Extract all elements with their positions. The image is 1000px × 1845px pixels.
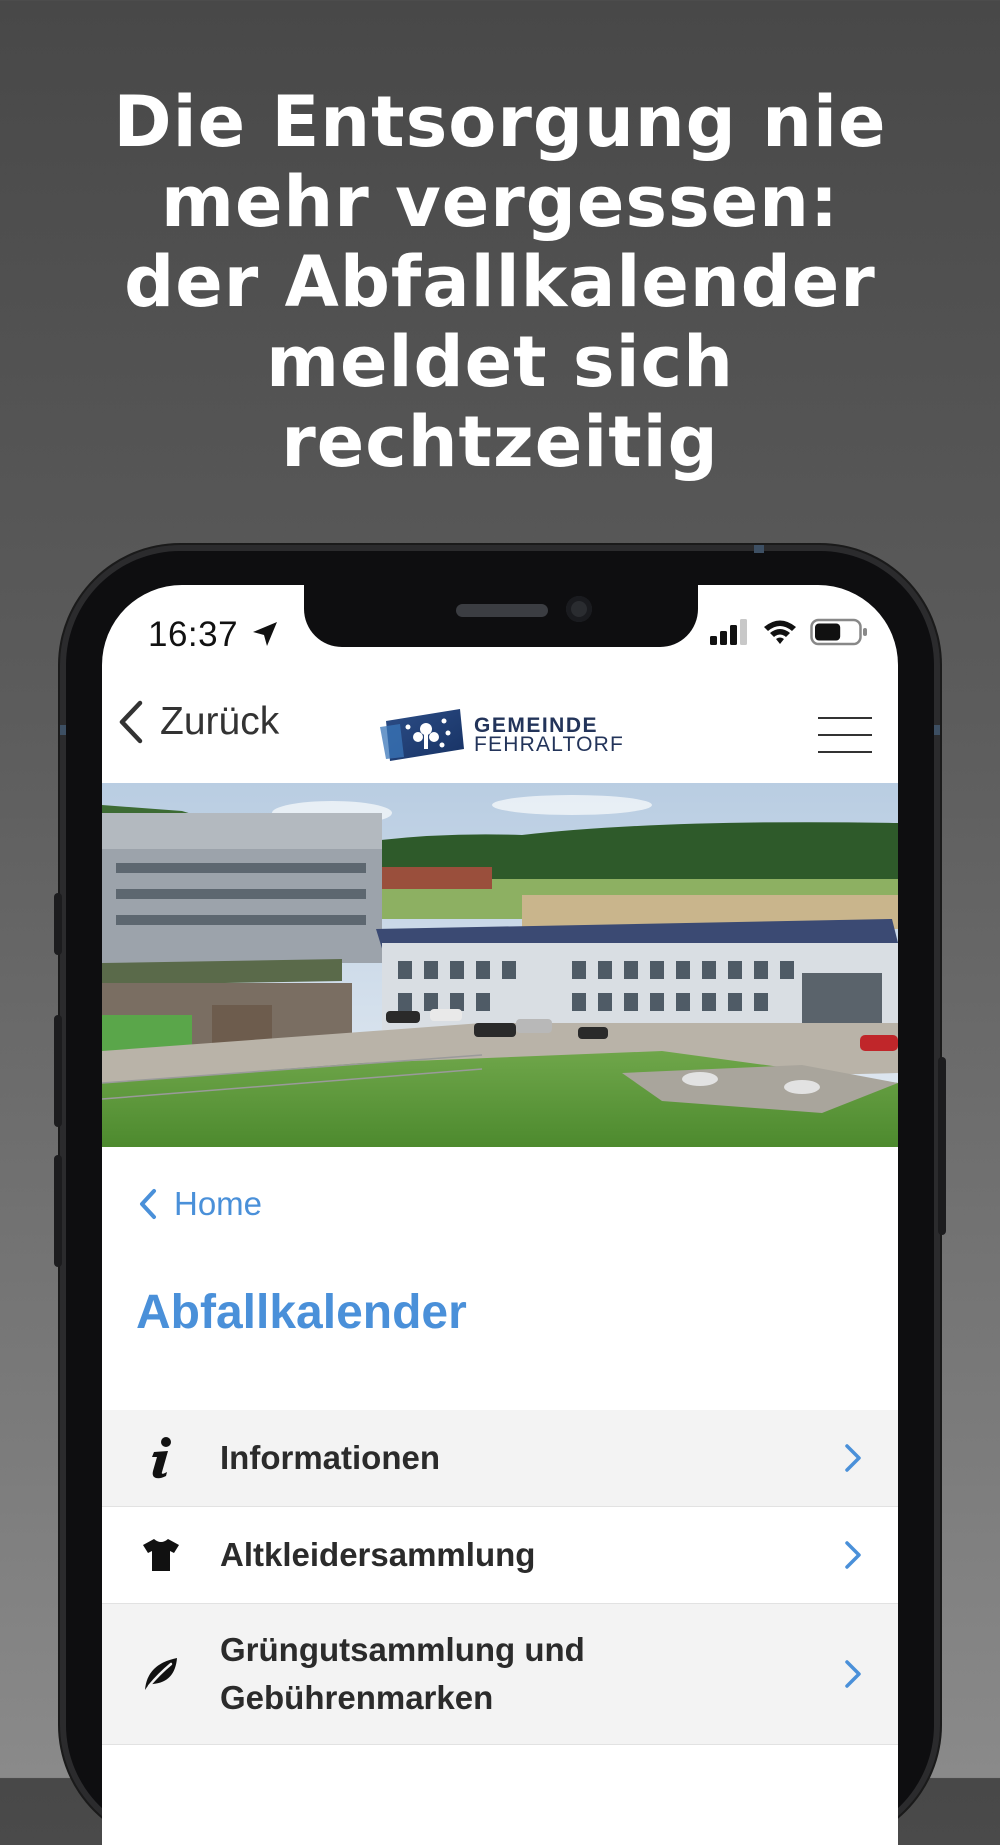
status-icons xyxy=(710,618,868,646)
volume-down-button xyxy=(54,1155,62,1267)
coat-of-arms-icon xyxy=(380,709,464,761)
chevron-right-icon xyxy=(845,1444,861,1472)
menu-item-informationen[interactable]: Informationen xyxy=(102,1410,898,1507)
volume-up-button xyxy=(54,1015,62,1127)
antenna-band xyxy=(934,725,940,735)
breadcrumb[interactable]: Home xyxy=(138,1185,262,1223)
earpiece-speaker xyxy=(456,604,548,617)
phone-notch xyxy=(304,585,698,647)
hero-image xyxy=(102,783,898,1147)
logo-text-line2: FEHRALTORF xyxy=(474,733,625,756)
breadcrumb-label: Home xyxy=(174,1185,263,1222)
power-button xyxy=(938,1057,946,1235)
menu-item-altkleidersammlung[interactable]: Altkleidersammlung xyxy=(102,1507,898,1604)
app-screen: 16:37 Zurück GEMEINDE FEHRALTORF Home Ab… xyxy=(102,585,898,1845)
chevron-left-icon xyxy=(140,1189,156,1219)
antenna-band xyxy=(60,725,66,735)
chevron-right-icon xyxy=(845,1541,861,1569)
antenna-band xyxy=(754,545,764,553)
tshirt-icon xyxy=(143,1539,179,1571)
menu-item-gruengutsammlung[interactable]: Grüngutsammlung und Gebührenmarken xyxy=(102,1604,898,1745)
phone-frame: 16:37 Zurück GEMEINDE FEHRALTORF Home Ab… xyxy=(54,545,946,1845)
recycling-facility-photo xyxy=(102,783,898,1147)
promo-headline: Die Entsorgung nie mehr vergessen: der A… xyxy=(113,81,887,483)
back-button[interactable]: Zurück xyxy=(116,699,279,745)
menu-item-label: Informationen xyxy=(220,1439,440,1476)
cellular-signal-icon xyxy=(710,619,747,645)
hamburger-line xyxy=(818,734,872,736)
info-icon xyxy=(152,1437,171,1479)
wifi-icon xyxy=(764,620,796,644)
leaf-icon xyxy=(145,1658,177,1690)
page-title: Abfallkalender xyxy=(136,1286,467,1339)
menu-list: Informationen Altkleidersammlung Grüngut… xyxy=(102,1410,898,1745)
chevron-right-icon xyxy=(845,1660,861,1688)
chevron-left-icon xyxy=(119,700,143,744)
mute-switch xyxy=(54,893,62,955)
menu-item-label: Grüngutsammlung und Gebührenmarken xyxy=(220,1631,585,1716)
hamburger-line xyxy=(818,751,872,753)
front-camera xyxy=(566,596,592,622)
location-arrow-icon xyxy=(253,622,277,646)
status-time: 16:37 xyxy=(148,615,239,654)
menu-item-label: Altkleidersammlung xyxy=(220,1536,536,1573)
battery-icon xyxy=(810,618,867,646)
hamburger-line xyxy=(818,717,872,719)
navigation-bar: Zurück GEMEINDE FEHRALTORF xyxy=(102,677,898,783)
back-label: Zurück xyxy=(160,700,280,743)
hamburger-menu-button[interactable] xyxy=(818,717,872,753)
municipality-logo[interactable]: GEMEINDE FEHRALTORF xyxy=(380,707,624,763)
